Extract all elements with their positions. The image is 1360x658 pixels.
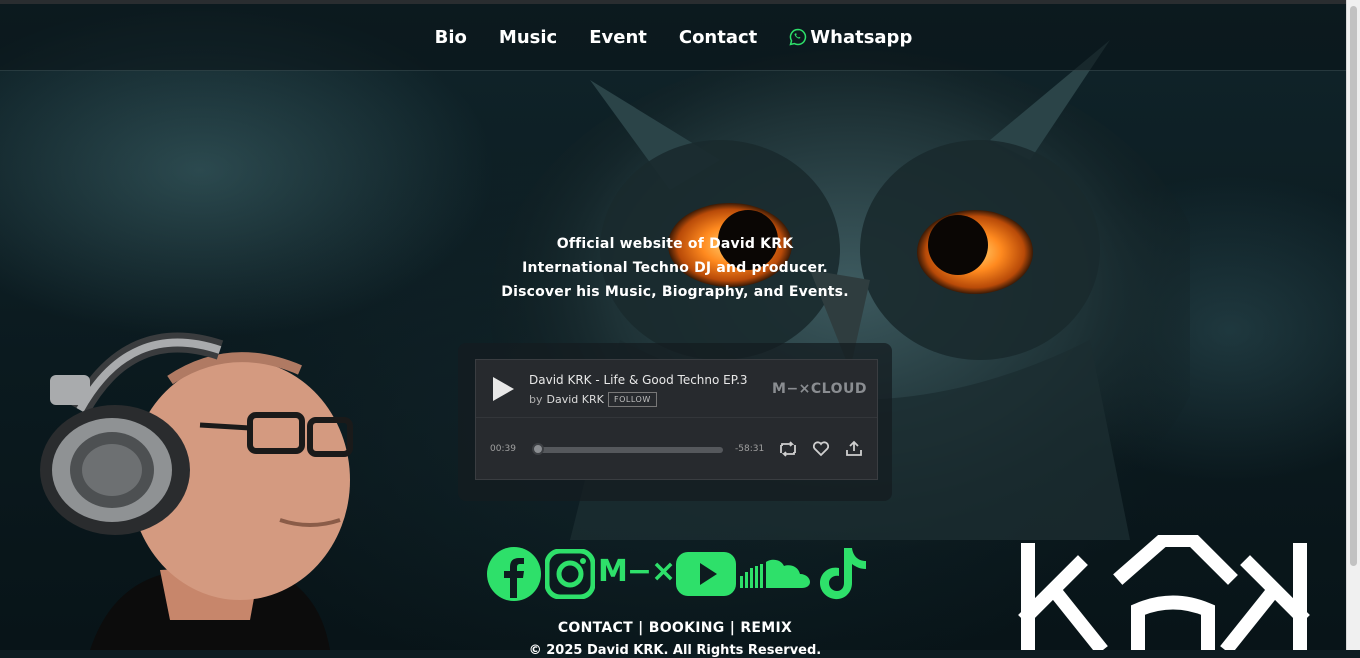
instagram-icon[interactable] bbox=[545, 549, 595, 599]
by-label: by bbox=[529, 393, 543, 406]
page-scrollbar[interactable] bbox=[1346, 0, 1360, 650]
mixcloud-icon[interactable]: M−× bbox=[598, 554, 676, 589]
follow-button[interactable]: FOLLOW bbox=[608, 392, 657, 407]
repost-icon[interactable] bbox=[778, 439, 798, 459]
whatsapp-icon bbox=[789, 28, 807, 46]
heart-icon[interactable] bbox=[811, 439, 831, 459]
krk-logo bbox=[1018, 535, 1310, 650]
remaining-time: -58:31 bbox=[735, 444, 765, 454]
mixcloud-brand[interactable]: M−×CLOUD bbox=[772, 381, 867, 397]
nav-whatsapp-label: Whatsapp bbox=[810, 26, 913, 48]
mixcloud-player: David KRK - Life & Good Techno EP.3 by Da… bbox=[475, 359, 878, 480]
artist-link[interactable]: David KRK bbox=[547, 393, 604, 406]
intro-line-3: Discover his Music, Biography, and Event… bbox=[501, 284, 849, 300]
soundcloud-icon[interactable] bbox=[740, 556, 812, 592]
copyright-text: © 2025 David KRK. All Rights Reserved. bbox=[528, 643, 822, 658]
footer-links[interactable]: CONTACT | BOOKING | REMIX bbox=[440, 620, 910, 636]
nav-link-contact[interactable]: Contact bbox=[679, 27, 757, 48]
progress-handle[interactable] bbox=[531, 443, 544, 455]
facebook-icon[interactable] bbox=[486, 546, 542, 602]
share-icon[interactable] bbox=[844, 439, 864, 459]
nav-link-music[interactable]: Music bbox=[499, 27, 557, 48]
nav-link-event[interactable]: Event bbox=[589, 27, 647, 48]
nav-link-bio[interactable]: Bio bbox=[435, 27, 467, 48]
top-navigation: Bio Music Event Contact Whatsapp bbox=[0, 4, 1347, 71]
tiktok-icon[interactable] bbox=[818, 546, 868, 602]
intro-line-2: International Techno DJ and producer. bbox=[522, 260, 828, 276]
player-header: David KRK - Life & Good Techno EP.3 by Da… bbox=[476, 360, 877, 418]
scrollbar-thumb[interactable] bbox=[1350, 6, 1357, 566]
play-icon[interactable] bbox=[490, 375, 516, 403]
track-byline: by David KRK bbox=[529, 393, 604, 406]
dj-portrait-photo bbox=[40, 332, 353, 650]
elapsed-time: 00:39 bbox=[490, 444, 516, 454]
intro-text: Official website of David KRK Internatio… bbox=[440, 232, 910, 304]
youtube-icon[interactable] bbox=[676, 552, 736, 596]
nav-link-whatsapp[interactable]: Whatsapp bbox=[789, 27, 912, 48]
progress-track[interactable] bbox=[533, 447, 723, 453]
track-title[interactable]: David KRK - Life & Good Techno EP.3 bbox=[529, 373, 748, 387]
intro-line-1: Official website of David KRK bbox=[556, 236, 794, 252]
